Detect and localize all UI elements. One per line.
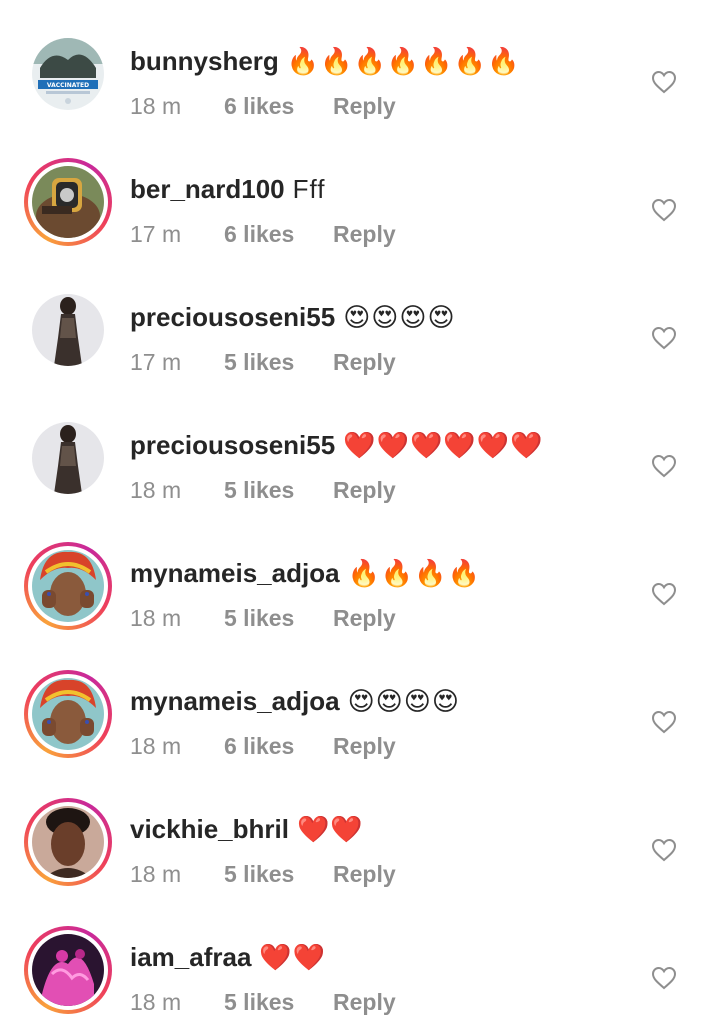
comment-username[interactable]: vickhie_bhril xyxy=(130,812,289,846)
avatar-ring[interactable] xyxy=(24,798,112,886)
heart-outline-icon xyxy=(651,198,677,222)
reply-button[interactable]: Reply xyxy=(333,476,396,504)
avatar-ring[interactable] xyxy=(24,286,112,374)
comment-item: vickhie_bhril ❤️❤️ 18 m 5 likes Reply xyxy=(0,776,720,904)
comment-likes[interactable]: 6 likes xyxy=(224,732,294,760)
comment-time: 18 m xyxy=(130,605,182,631)
comment-username[interactable]: mynameis_adjoa xyxy=(130,556,340,590)
like-button[interactable] xyxy=(651,966,677,990)
like-button[interactable] xyxy=(651,582,677,606)
reply-button[interactable]: Reply xyxy=(333,860,396,888)
heart-outline-icon xyxy=(651,966,677,990)
comment-text: ❤️❤️ xyxy=(259,942,327,972)
comment-text: 😍😍😍😍 xyxy=(347,686,460,716)
comment-item: preciousoseni55 ❤️❤️❤️❤️❤️❤️ 18 m 5 like… xyxy=(0,392,720,520)
comment-time: 18 m xyxy=(130,733,182,759)
heart-outline-icon xyxy=(651,326,677,350)
reply-button[interactable]: Reply xyxy=(333,988,396,1016)
woman-headwrap-avatar xyxy=(32,550,104,622)
woman-lace-dress-avatar xyxy=(32,422,104,494)
reply-button[interactable]: Reply xyxy=(333,732,396,760)
comment-likes[interactable]: 6 likes xyxy=(224,220,294,248)
comment-username[interactable]: ber_nard100 xyxy=(130,172,285,206)
like-button[interactable] xyxy=(651,326,677,350)
vaccinated-profile-avatar: VACCINATED xyxy=(32,38,104,110)
comment-text: 😍😍😍😍 xyxy=(343,302,456,332)
avatar-ring[interactable] xyxy=(24,926,112,1014)
comment-username[interactable]: mynameis_adjoa xyxy=(130,684,340,718)
avatar-ring[interactable] xyxy=(24,670,112,758)
reply-button[interactable]: Reply xyxy=(333,220,396,248)
avatar-ring[interactable]: VACCINATED xyxy=(24,30,112,118)
comment-text: ❤️❤️ xyxy=(296,814,364,844)
heart-outline-icon xyxy=(651,710,677,734)
heart-outline-icon xyxy=(651,582,677,606)
comment-item: mynameis_adjoa 🔥🔥🔥🔥 18 m 5 likes Reply xyxy=(0,520,720,648)
comment-username[interactable]: iam_afraa xyxy=(130,940,251,974)
avatar-ring[interactable] xyxy=(24,414,112,502)
comment-time: 17 m xyxy=(130,221,182,247)
comment-likes[interactable]: 5 likes xyxy=(224,860,294,888)
like-button[interactable] xyxy=(651,710,677,734)
comment-time: 18 m xyxy=(130,93,182,119)
woman-headwrap-avatar xyxy=(32,678,104,750)
comment-item: iam_afraa ❤️❤️ 18 m 5 likes Reply xyxy=(0,904,720,1032)
comment-item: ber_nard100 Fff 17 m 6 likes Reply xyxy=(0,136,720,264)
like-button[interactable] xyxy=(651,198,677,222)
like-button[interactable] xyxy=(651,838,677,862)
comment-text: 🔥🔥🔥🔥🔥🔥🔥 xyxy=(286,46,521,76)
comment-likes[interactable]: 5 likes xyxy=(224,476,294,504)
woman-lace-dress-avatar xyxy=(32,294,104,366)
wristwatch-profile-avatar xyxy=(32,166,104,238)
pink-illustration-avatar xyxy=(32,934,104,1006)
comment-item: preciousoseni55 😍😍😍😍 17 m 5 likes Reply xyxy=(0,264,720,392)
comment-text: Fff xyxy=(292,174,326,204)
heart-outline-icon xyxy=(651,838,677,862)
heart-outline-icon xyxy=(651,454,677,478)
comment-item: VACCINATED bunnysherg 🔥🔥🔥🔥🔥🔥🔥 18 m 6 lik… xyxy=(0,8,720,136)
comment-likes[interactable]: 5 likes xyxy=(224,348,294,376)
woman-portrait-avatar xyxy=(32,806,104,878)
comment-username[interactable]: preciousoseni55 xyxy=(130,300,335,334)
like-button[interactable] xyxy=(651,70,677,94)
comment-time: 18 m xyxy=(130,477,182,503)
avatar-ring[interactable] xyxy=(24,542,112,630)
heart-outline-icon xyxy=(651,70,677,94)
comment-likes[interactable]: 6 likes xyxy=(224,92,294,120)
like-button[interactable] xyxy=(651,454,677,478)
reply-button[interactable]: Reply xyxy=(333,604,396,632)
avatar-ring[interactable] xyxy=(24,158,112,246)
reply-button[interactable]: Reply xyxy=(333,348,396,376)
comment-text: ❤️❤️❤️❤️❤️❤️ xyxy=(343,430,544,460)
reply-button[interactable]: Reply xyxy=(333,92,396,120)
svg-text:VACCINATED: VACCINATED xyxy=(47,82,89,89)
comment-text: 🔥🔥🔥🔥 xyxy=(347,558,482,588)
comment-time: 18 m xyxy=(130,989,182,1015)
comment-likes[interactable]: 5 likes xyxy=(224,604,294,632)
comment-item: mynameis_adjoa 😍😍😍😍 18 m 6 likes Reply xyxy=(0,648,720,776)
comment-time: 17 m xyxy=(130,349,182,375)
comment-time: 18 m xyxy=(130,861,182,887)
comment-username[interactable]: bunnysherg xyxy=(130,44,279,78)
comment-likes[interactable]: 5 likes xyxy=(224,988,294,1016)
comment-username[interactable]: preciousoseni55 xyxy=(130,428,335,462)
